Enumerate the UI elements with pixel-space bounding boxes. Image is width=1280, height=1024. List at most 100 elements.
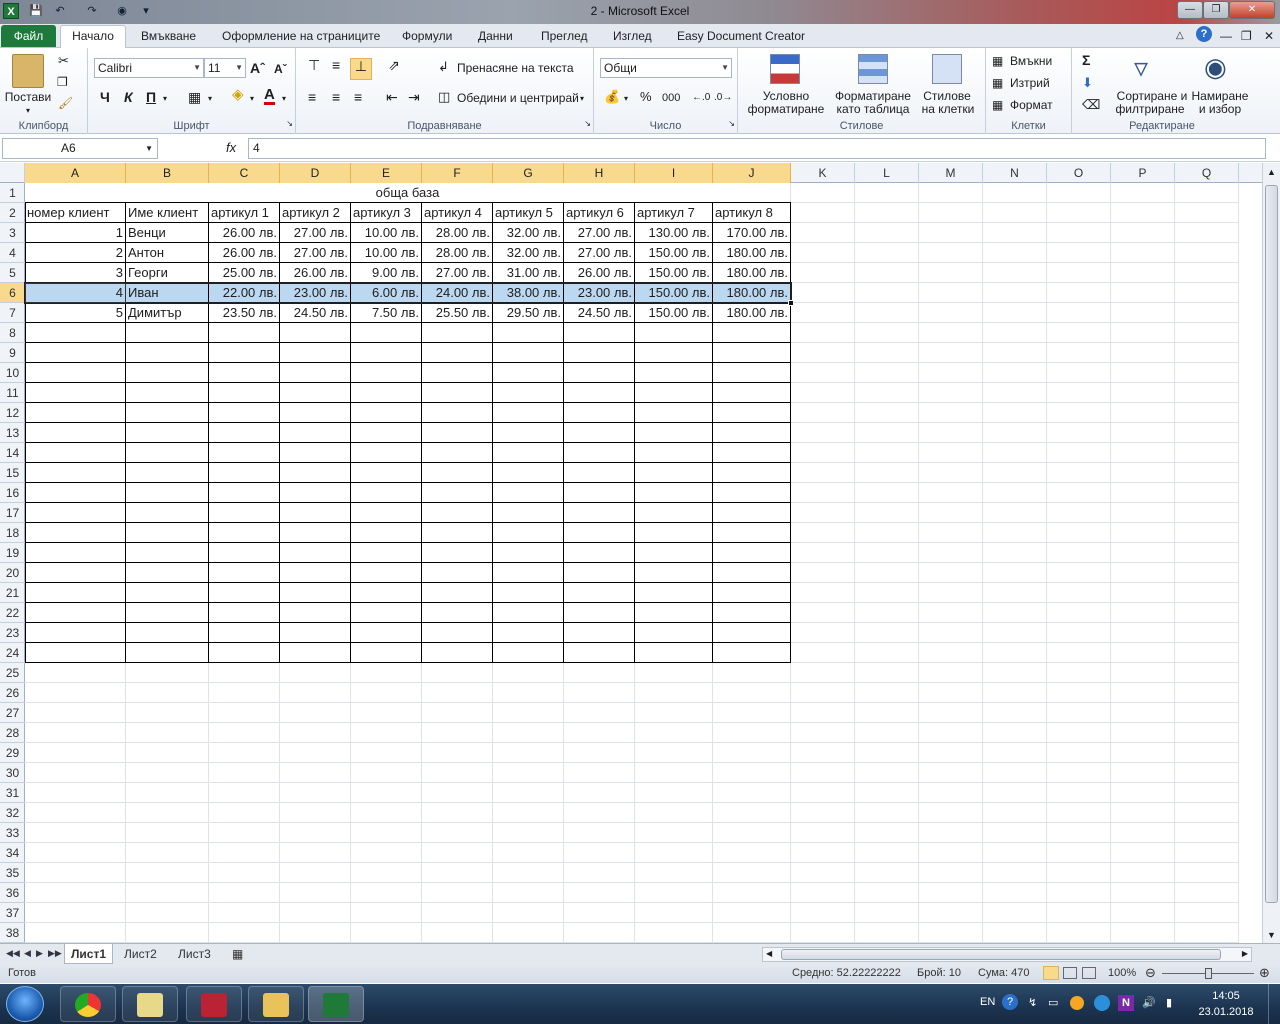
cell[interactable]	[855, 223, 919, 243]
cell[interactable]	[1175, 343, 1239, 363]
row-header[interactable]: 12	[0, 403, 25, 423]
cell[interactable]	[126, 903, 209, 923]
cell[interactable]	[1111, 343, 1175, 363]
cell[interactable]	[1047, 263, 1111, 283]
cell[interactable]	[351, 743, 422, 763]
price-cell[interactable]: 27.00 лв.	[564, 223, 635, 243]
cell[interactable]	[1111, 463, 1175, 483]
cell[interactable]	[351, 383, 422, 403]
cell[interactable]	[25, 723, 126, 743]
next-sheet-icon[interactable]: ▶	[36, 948, 43, 959]
prev-sheet-icon[interactable]: ◀	[24, 948, 31, 959]
cell[interactable]	[983, 443, 1047, 463]
cell[interactable]	[1047, 783, 1111, 803]
align-left-icon[interactable]: ≡	[308, 90, 316, 104]
cell[interactable]	[25, 403, 126, 423]
cell[interactable]	[126, 443, 209, 463]
first-sheet-icon[interactable]: ◀◀	[6, 948, 20, 959]
cell[interactable]	[1111, 383, 1175, 403]
cell[interactable]	[422, 703, 493, 723]
cell[interactable]	[126, 803, 209, 823]
cell[interactable]	[713, 343, 791, 363]
column-header[interactable]: K	[791, 163, 855, 183]
cell[interactable]	[1175, 823, 1239, 843]
cell[interactable]	[855, 923, 919, 943]
cell[interactable]	[493, 343, 564, 363]
cell[interactable]	[855, 623, 919, 643]
cell[interactable]	[209, 883, 280, 903]
row-header[interactable]: 33	[0, 823, 25, 843]
tab-review[interactable]: Преглед	[541, 28, 588, 48]
cell[interactable]	[635, 603, 713, 623]
row-header[interactable]: 6	[0, 283, 25, 303]
cell[interactable]	[126, 543, 209, 563]
row-header[interactable]: 27	[0, 703, 25, 723]
cell[interactable]	[855, 863, 919, 883]
zoom-out-icon[interactable]: ⊖	[1145, 965, 1156, 981]
borders-dropdown-icon[interactable]: ▾	[208, 92, 212, 106]
cell[interactable]	[564, 523, 635, 543]
cell[interactable]	[493, 843, 564, 863]
cell[interactable]	[1047, 303, 1111, 323]
cell[interactable]	[25, 703, 126, 723]
cell[interactable]	[1111, 603, 1175, 623]
column-header[interactable]: N	[983, 163, 1047, 183]
cell[interactable]	[713, 543, 791, 563]
cell[interactable]	[713, 803, 791, 823]
cell[interactable]	[422, 603, 493, 623]
cell[interactable]	[422, 903, 493, 923]
cell[interactable]	[855, 263, 919, 283]
cell[interactable]	[209, 903, 280, 923]
row-header[interactable]: 10	[0, 363, 25, 383]
cell[interactable]	[1175, 223, 1239, 243]
orientation-icon[interactable]: ⇗	[388, 58, 400, 72]
cell[interactable]	[422, 923, 493, 943]
cell[interactable]	[351, 403, 422, 423]
cell[interactable]	[791, 523, 855, 543]
cell[interactable]	[1175, 643, 1239, 663]
cell[interactable]	[713, 703, 791, 723]
cell[interactable]	[280, 683, 351, 703]
sort-filter-icon[interactable]: ▿	[1134, 54, 1148, 82]
cell[interactable]	[919, 223, 983, 243]
cell[interactable]	[919, 323, 983, 343]
cell[interactable]	[791, 323, 855, 343]
cell[interactable]	[351, 523, 422, 543]
align-center-icon[interactable]: ≡	[332, 90, 340, 104]
cell[interactable]	[1047, 543, 1111, 563]
cell[interactable]	[351, 423, 422, 443]
grow-font-icon[interactable]: Aˆ	[250, 61, 265, 75]
row-header[interactable]: 32	[0, 803, 25, 823]
client-name-cell[interactable]: Георги	[126, 263, 209, 283]
row-header[interactable]: 3	[0, 223, 25, 243]
cell[interactable]	[1111, 203, 1175, 223]
cell[interactable]	[126, 783, 209, 803]
cell[interactable]	[1175, 283, 1239, 303]
cell[interactable]	[919, 623, 983, 643]
cell[interactable]	[493, 923, 564, 943]
cell[interactable]	[1111, 763, 1175, 783]
cell[interactable]	[791, 643, 855, 663]
cell[interactable]	[855, 483, 919, 503]
cell[interactable]	[791, 583, 855, 603]
taskbar-library[interactable]	[186, 986, 242, 1022]
row-header[interactable]: 24	[0, 643, 25, 663]
cell[interactable]	[25, 803, 126, 823]
cell[interactable]	[1111, 623, 1175, 643]
cell[interactable]	[126, 623, 209, 643]
font-name-select[interactable]: Calibri ▼	[94, 58, 204, 78]
cell[interactable]	[564, 883, 635, 903]
cell[interactable]	[25, 583, 126, 603]
cell[interactable]	[713, 523, 791, 543]
cell[interactable]	[635, 663, 713, 683]
cell[interactable]	[422, 523, 493, 543]
column-header[interactable]: A	[25, 163, 126, 183]
price-cell[interactable]: 9.00 лв.	[351, 263, 422, 283]
cell[interactable]	[983, 783, 1047, 803]
cell[interactable]	[983, 563, 1047, 583]
cell[interactable]	[25, 383, 126, 403]
cell[interactable]	[1047, 883, 1111, 903]
cell[interactable]	[351, 883, 422, 903]
insert-function-icon[interactable]: fx	[226, 140, 236, 155]
tab-data[interactable]: Данни	[478, 28, 513, 48]
